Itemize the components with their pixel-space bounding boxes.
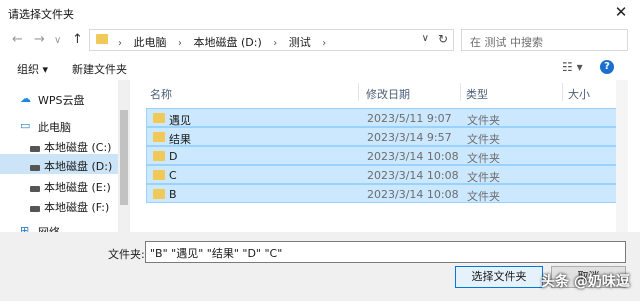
folder-date: 2023/3/14 10:08 bbox=[367, 169, 459, 182]
column-headers: 名称 修改日期 类型 大小 bbox=[138, 80, 628, 104]
column-divider[interactable] bbox=[358, 83, 359, 101]
folder-row[interactable]: B 2023/3/14 10:08 文件夹 bbox=[146, 184, 621, 203]
folder-icon bbox=[153, 170, 165, 180]
sidebar-scrollbar-thumb[interactable] bbox=[120, 110, 128, 205]
recent-locations-icon[interactable]: ∨ bbox=[54, 35, 61, 46]
drive-icon bbox=[30, 161, 40, 174]
navigation-bar: ← → ∨ ↑ › 此电脑 › 本地磁盘 (D:) › 测试 › ∨ ↻ 在 测… bbox=[0, 26, 640, 56]
folder-type: 文件夹 bbox=[467, 152, 500, 165]
folder-date: 2023/3/14 10:08 bbox=[367, 188, 459, 201]
folder-icon bbox=[153, 113, 165, 123]
sidebar-item-drive-c[interactable]: 本地磁盘 (C:) bbox=[0, 135, 118, 155]
search-input[interactable]: 在 测试 中搜索 bbox=[461, 29, 628, 51]
sidebar-item-label: 此电脑 bbox=[38, 121, 71, 134]
folder-type: 文件夹 bbox=[467, 190, 500, 203]
command-toolbar: 组织 ▾ 新建文件夹 ☷ ▾ ? bbox=[0, 56, 640, 80]
sidebar-item-network[interactable]: ⊞ 网络 bbox=[0, 220, 118, 232]
folder-name-field[interactable]: "B" "遇见" "结果" "D" "C" bbox=[145, 241, 626, 263]
address-bar[interactable]: › 此电脑 › 本地磁盘 (D:) › 测试 › ∨ ↻ bbox=[89, 29, 454, 51]
breadcrumb-drive-d[interactable]: 本地磁盘 (D:) bbox=[194, 36, 262, 49]
sidebar-scrollbar[interactable] bbox=[118, 80, 130, 232]
sidebar-item-drive-f[interactable]: 本地磁盘 (F:) bbox=[0, 195, 118, 215]
column-header-date[interactable]: 修改日期 bbox=[366, 86, 410, 102]
column-header-size[interactable]: 大小 bbox=[568, 86, 590, 102]
folder-date: 2023/3/14 9:57 bbox=[367, 131, 452, 144]
breadcrumb-separator: › bbox=[273, 38, 278, 49]
sidebar-item-label: 本地磁盘 (E:) bbox=[44, 181, 111, 194]
sidebar-item-label: 本地磁盘 (F:) bbox=[44, 201, 110, 214]
column-header-type[interactable]: 类型 bbox=[466, 86, 488, 102]
sidebar-item-label: 本地磁盘 (C:) bbox=[44, 141, 112, 154]
new-folder-button[interactable]: 新建文件夹 bbox=[72, 61, 127, 77]
dialog-footer: 文件夹: "B" "遇见" "结果" "D" "C" 选择文件夹 取消 头条 @… bbox=[0, 232, 640, 301]
sidebar-item-label: 本地磁盘 (D:) bbox=[44, 160, 113, 173]
folder-type: 文件夹 bbox=[467, 114, 500, 127]
drive-icon bbox=[30, 202, 40, 215]
breadcrumb: › 此电脑 › 本地磁盘 (D:) › 测试 › bbox=[118, 34, 334, 50]
sidebar-item-drive-e[interactable]: 本地磁盘 (E:) bbox=[0, 175, 118, 195]
title-bar: 请选择文件夹 ✕ bbox=[0, 0, 640, 26]
folder-type: 文件夹 bbox=[467, 171, 500, 184]
sidebar-item-drive-d[interactable]: 本地磁盘 (D:) bbox=[0, 154, 118, 174]
folder-icon bbox=[153, 189, 165, 199]
close-icon[interactable]: ✕ bbox=[612, 3, 630, 21]
breadcrumb-test[interactable]: 测试 bbox=[289, 36, 311, 49]
help-icon[interactable]: ? bbox=[600, 60, 614, 74]
folder-date: 2023/5/11 9:07 bbox=[367, 112, 452, 125]
folder-row[interactable]: 结果 2023/3/14 9:57 文件夹 bbox=[146, 127, 621, 146]
back-arrow-icon[interactable]: ← bbox=[12, 32, 23, 47]
column-divider[interactable] bbox=[460, 83, 461, 101]
column-header-name[interactable]: 名称 bbox=[150, 86, 172, 102]
refresh-icon[interactable]: ↻ bbox=[438, 32, 448, 46]
view-options-icon[interactable]: ☷ ▾ bbox=[562, 60, 583, 74]
folder-icon bbox=[96, 34, 108, 44]
sidebar-item-label: WPS云盘 bbox=[38, 94, 85, 107]
select-folder-button[interactable]: 选择文件夹 bbox=[455, 266, 543, 288]
folder-name: C bbox=[169, 169, 177, 182]
folder-type: 文件夹 bbox=[467, 133, 500, 146]
sidebar-item-label: 网络 bbox=[38, 224, 60, 232]
folder-name: D bbox=[169, 150, 178, 163]
folder-row[interactable]: 遇见 2023/5/11 9:07 文件夹 bbox=[146, 108, 621, 127]
file-list: 名称 修改日期 类型 大小 遇见 2023/5/11 9:07 文件夹 结果 2… bbox=[138, 80, 628, 232]
file-list-scrollbar[interactable] bbox=[616, 80, 628, 232]
folder-name: B bbox=[169, 188, 177, 201]
chevron-down-icon[interactable]: ∨ bbox=[422, 33, 429, 44]
computer-icon: ▭ bbox=[20, 119, 31, 132]
organize-button[interactable]: 组织 ▾ bbox=[17, 61, 48, 77]
folder-row[interactable]: C 2023/3/14 10:08 文件夹 bbox=[146, 165, 621, 184]
search-placeholder: 在 测试 中搜索 bbox=[470, 36, 543, 49]
forward-arrow-icon[interactable]: → bbox=[34, 32, 45, 47]
folder-field-label: 文件夹: bbox=[108, 248, 145, 261]
drive-icon bbox=[30, 182, 40, 195]
breadcrumb-this-pc[interactable]: 此电脑 bbox=[134, 36, 167, 49]
folder-row[interactable]: D 2023/3/14 10:08 文件夹 bbox=[146, 146, 621, 165]
folder-date: 2023/3/14 10:08 bbox=[367, 150, 459, 163]
breadcrumb-separator: › bbox=[118, 38, 122, 49]
column-divider[interactable] bbox=[562, 83, 563, 101]
cloud-icon: ☁ bbox=[20, 92, 31, 105]
folder-name: 遇见 bbox=[169, 114, 191, 127]
up-arrow-icon[interactable]: ↑ bbox=[72, 32, 83, 47]
folder-name: 结果 bbox=[169, 133, 191, 146]
sidebar-item-this-pc[interactable]: ▭ 此电脑 bbox=[0, 115, 118, 135]
sidebar-item-wps-cloud[interactable]: ☁ WPS云盘 bbox=[0, 88, 118, 108]
folder-icon bbox=[153, 151, 165, 161]
navigation-pane: ☁ WPS云盘 ▭ 此电脑 本地磁盘 (C:) 本地磁盘 (D:) 本地磁盘 (… bbox=[0, 80, 132, 232]
breadcrumb-separator: › bbox=[322, 38, 327, 49]
window-title: 请选择文件夹 bbox=[8, 8, 74, 21]
folder-icon bbox=[153, 132, 165, 142]
network-icon: ⊞ bbox=[20, 224, 30, 232]
breadcrumb-separator: › bbox=[178, 38, 182, 49]
watermark-text: 头条 @奶味逗 bbox=[541, 274, 630, 290]
